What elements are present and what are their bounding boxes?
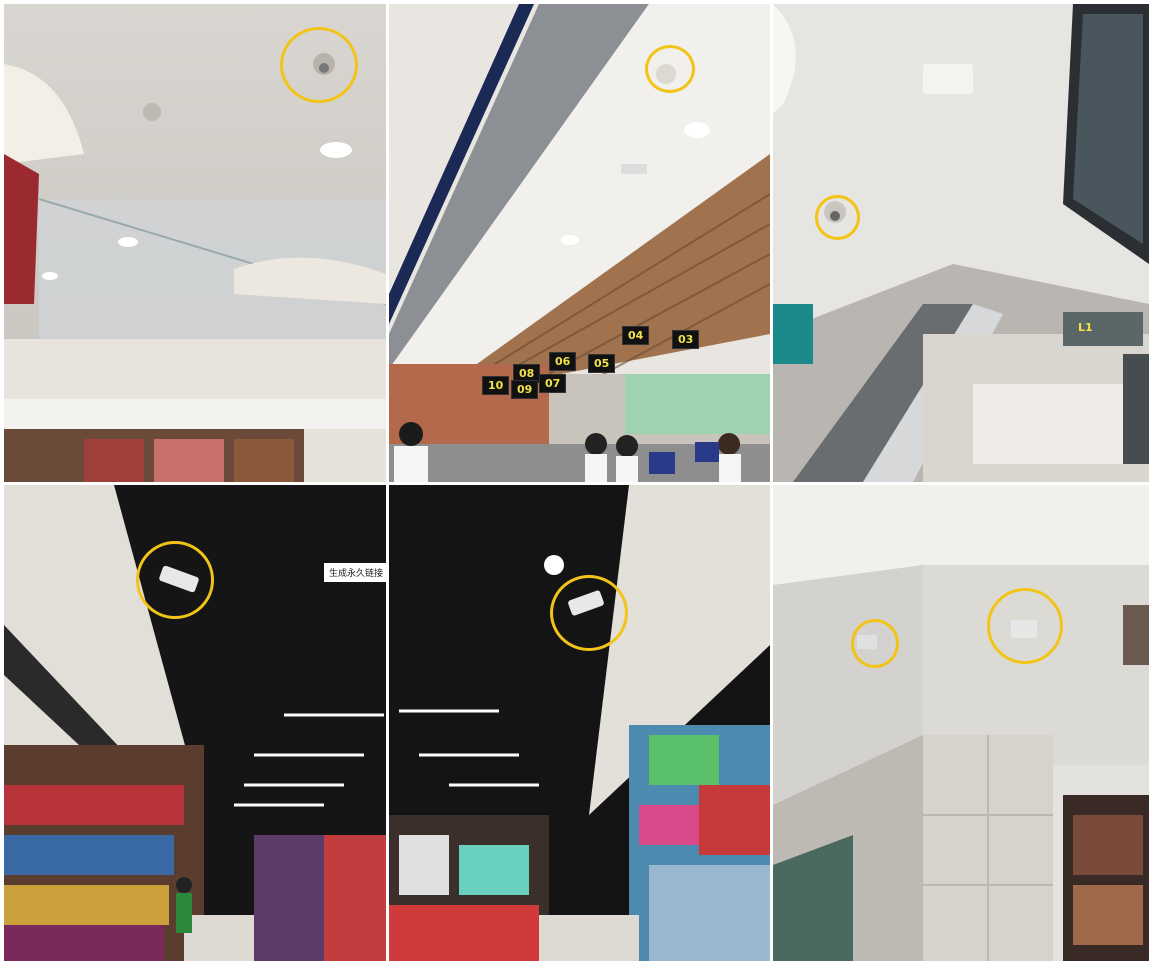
counter-sign: 06 xyxy=(549,352,577,371)
highlight-circle xyxy=(851,619,899,668)
photo-mall-atrium xyxy=(4,4,386,482)
photo-escalator-hall: L1 xyxy=(773,4,1149,482)
photo-aisle-left: 生成永久链接 xyxy=(4,485,386,961)
highlight-circle xyxy=(136,541,214,619)
counter-sign: 09 xyxy=(511,380,539,399)
photo-checkout: 04 03 06 05 08 07 10 09 xyxy=(389,4,770,482)
photo-building-exterior xyxy=(773,485,1149,961)
overlay-label: 生成永久链接 xyxy=(324,563,386,582)
counter-sign: 10 xyxy=(482,376,510,395)
counter-sign: 04 xyxy=(622,326,650,345)
photo-aisle-right xyxy=(389,485,770,961)
level-sign: L1 xyxy=(1073,318,1098,337)
counter-sign: 05 xyxy=(588,354,616,373)
highlight-circle xyxy=(550,575,628,651)
highlight-circle xyxy=(280,27,358,103)
highlight-circle xyxy=(987,588,1063,664)
highlight-circle xyxy=(645,45,695,93)
counter-sign: 03 xyxy=(672,330,700,349)
counter-sign: 07 xyxy=(539,374,567,393)
highlight-circle xyxy=(815,195,860,240)
photo-collage: 04 03 06 05 08 07 10 09 L1 生成永久链接 xyxy=(4,4,1149,961)
